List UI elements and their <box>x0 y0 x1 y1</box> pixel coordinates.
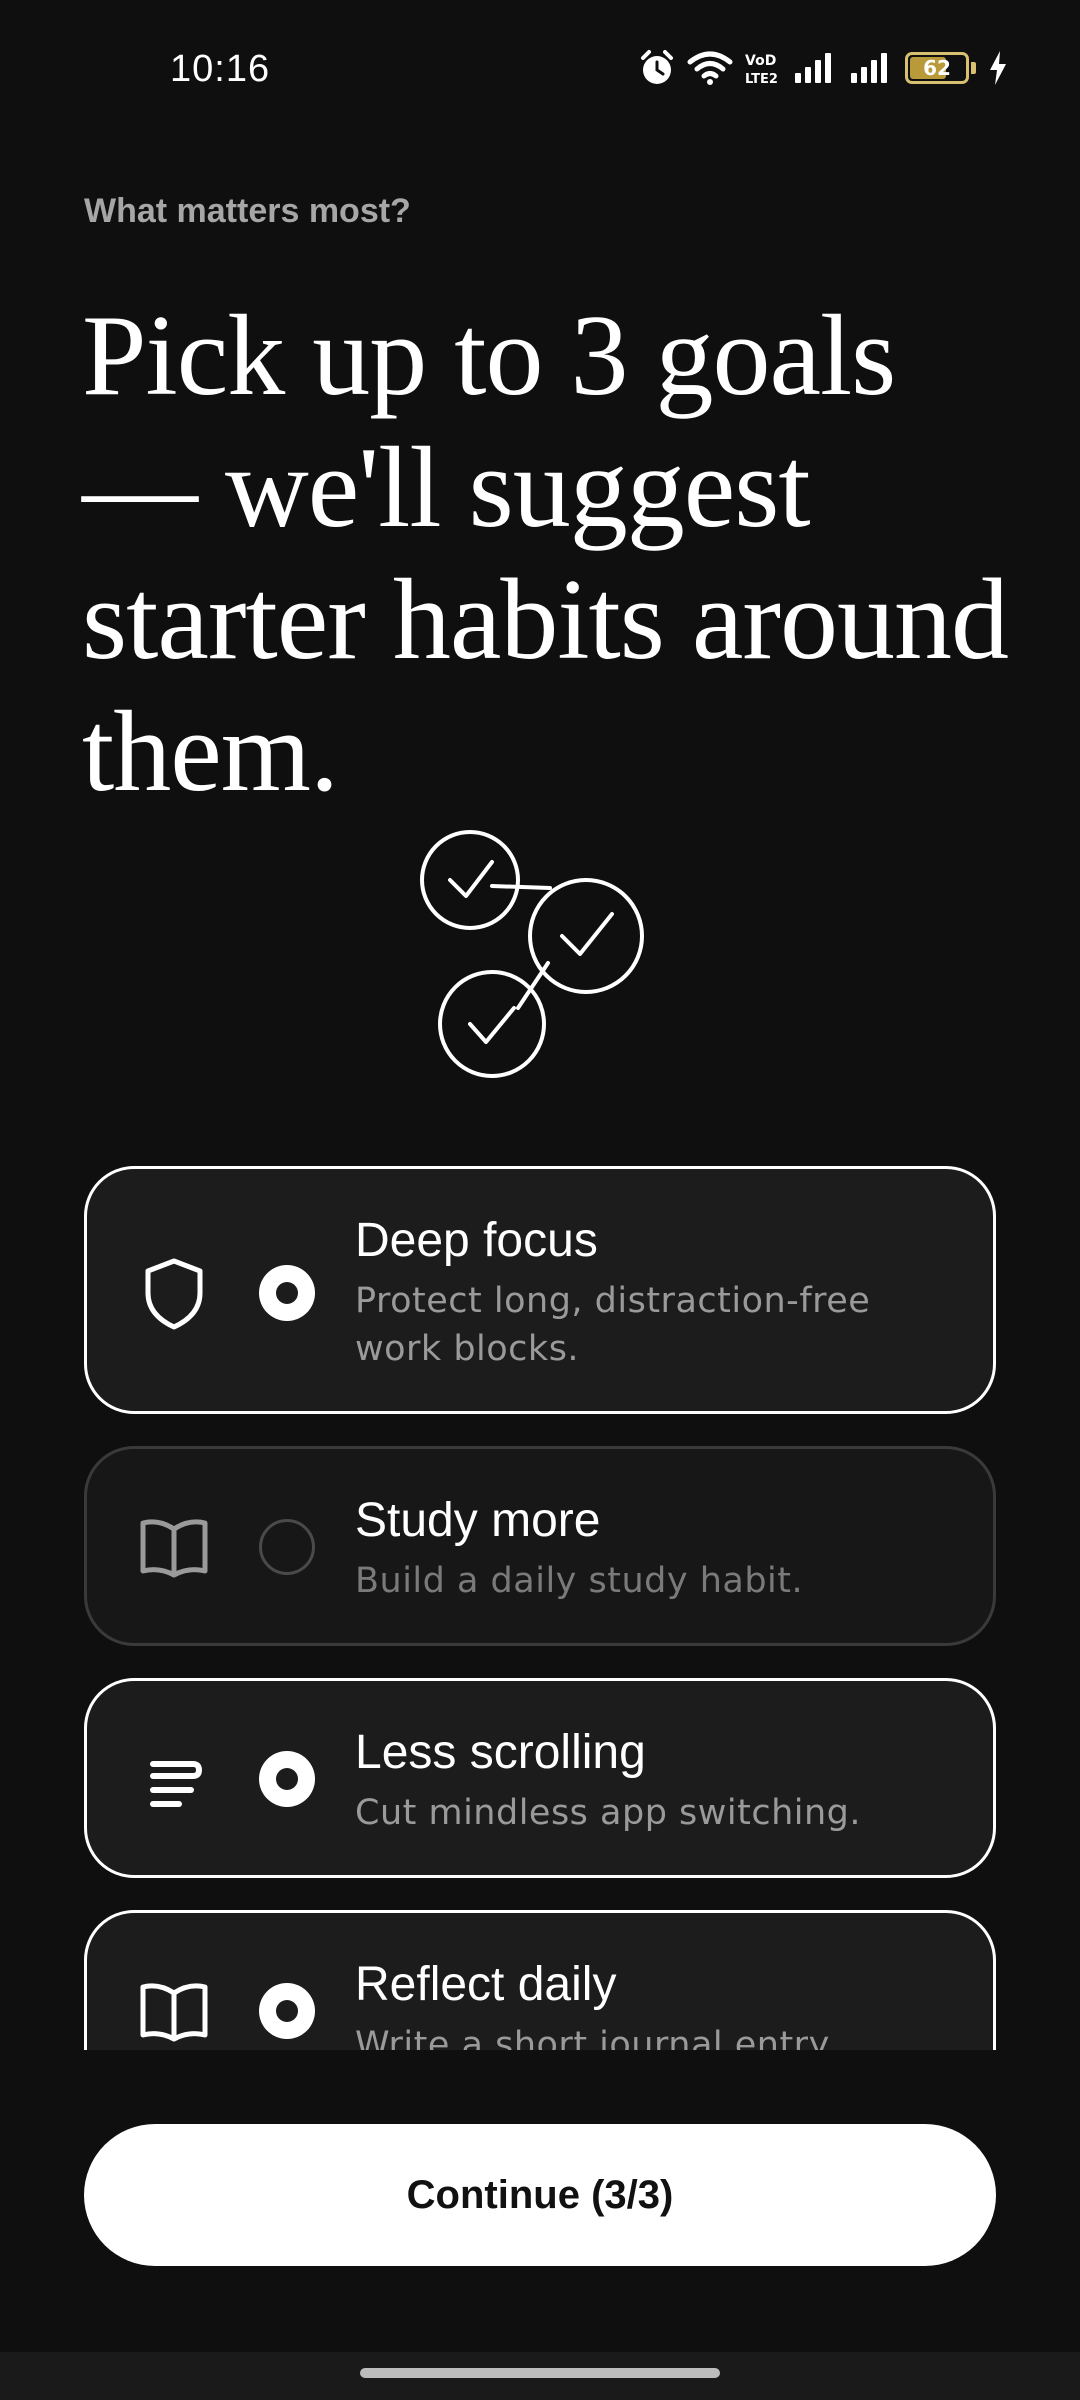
shield-icon <box>137 1257 211 1331</box>
lines-icon <box>137 1745 211 1819</box>
goal-title: Deep focus <box>355 1214 598 1267</box>
alarm-icon <box>639 48 675 88</box>
battery-icon: 62 <box>905 52 969 84</box>
goal-radio[interactable] <box>259 1983 315 2039</box>
continue-button[interactable]: Continue (3/3) <box>84 2124 996 2266</box>
goal-description: Protect long, distraction-free work bloc… <box>355 1281 871 1369</box>
status-icons: VoD LTE2 62 <box>639 46 1008 90</box>
navigation-bar <box>0 2352 1080 2400</box>
battery-level: 62 <box>923 56 951 80</box>
page-title: Pick up to 3 goals — we'll suggest start… <box>82 292 1009 816</box>
goal-card-less-scrolling[interactable]: Less scrolling Cut mindless app switchin… <box>84 1678 996 1878</box>
signal-icon <box>849 51 893 85</box>
charging-icon <box>988 50 1008 86</box>
goal-title: Study more <box>355 1494 601 1547</box>
signal-icon <box>793 51 837 85</box>
eyebrow-label: What matters most? <box>84 192 411 230</box>
goal-title: Reflect daily <box>355 1958 617 2011</box>
status-time: 10:16 <box>170 48 271 90</box>
goal-description: Cut mindless app switching. <box>355 1793 862 1833</box>
goal-radio[interactable] <box>259 1265 315 1321</box>
continue-button-label: Continue (3/3) <box>406 2172 674 2217</box>
checkmarks-illustration <box>400 818 660 1088</box>
home-indicator[interactable] <box>360 2368 720 2378</box>
goal-description: Build a daily study habit. <box>355 1561 804 1601</box>
goal-card-reflect-daily[interactable]: Reflect daily Write a short journal entr… <box>84 1910 996 2050</box>
radio-dot <box>276 1768 298 1790</box>
radio-dot <box>276 2000 298 2022</box>
wifi-icon <box>687 50 733 86</box>
goal-description: Write a short journal entry. <box>355 2025 837 2050</box>
goals-list: Deep focus Protect long, distraction-fre… <box>84 1166 996 2050</box>
radio-dot <box>276 1282 298 1304</box>
battery-cap <box>971 62 976 74</box>
svg-text:VoD: VoD <box>745 53 776 69</box>
volte-icon: VoD LTE2 <box>745 50 781 86</box>
goal-radio[interactable] <box>259 1519 315 1575</box>
goal-card-study-more[interactable]: Study more Build a daily study habit. <box>84 1446 996 1646</box>
goal-radio[interactable] <box>259 1751 315 1807</box>
goal-title: Less scrolling <box>355 1726 646 1779</box>
book-icon <box>137 1511 211 1585</box>
goal-card-deep-focus[interactable]: Deep focus Protect long, distraction-fre… <box>84 1166 996 1414</box>
status-bar: 10:16 VoD LTE2 62 <box>0 0 1080 140</box>
book-icon <box>137 1975 211 2049</box>
svg-text:LTE2: LTE2 <box>745 72 778 86</box>
